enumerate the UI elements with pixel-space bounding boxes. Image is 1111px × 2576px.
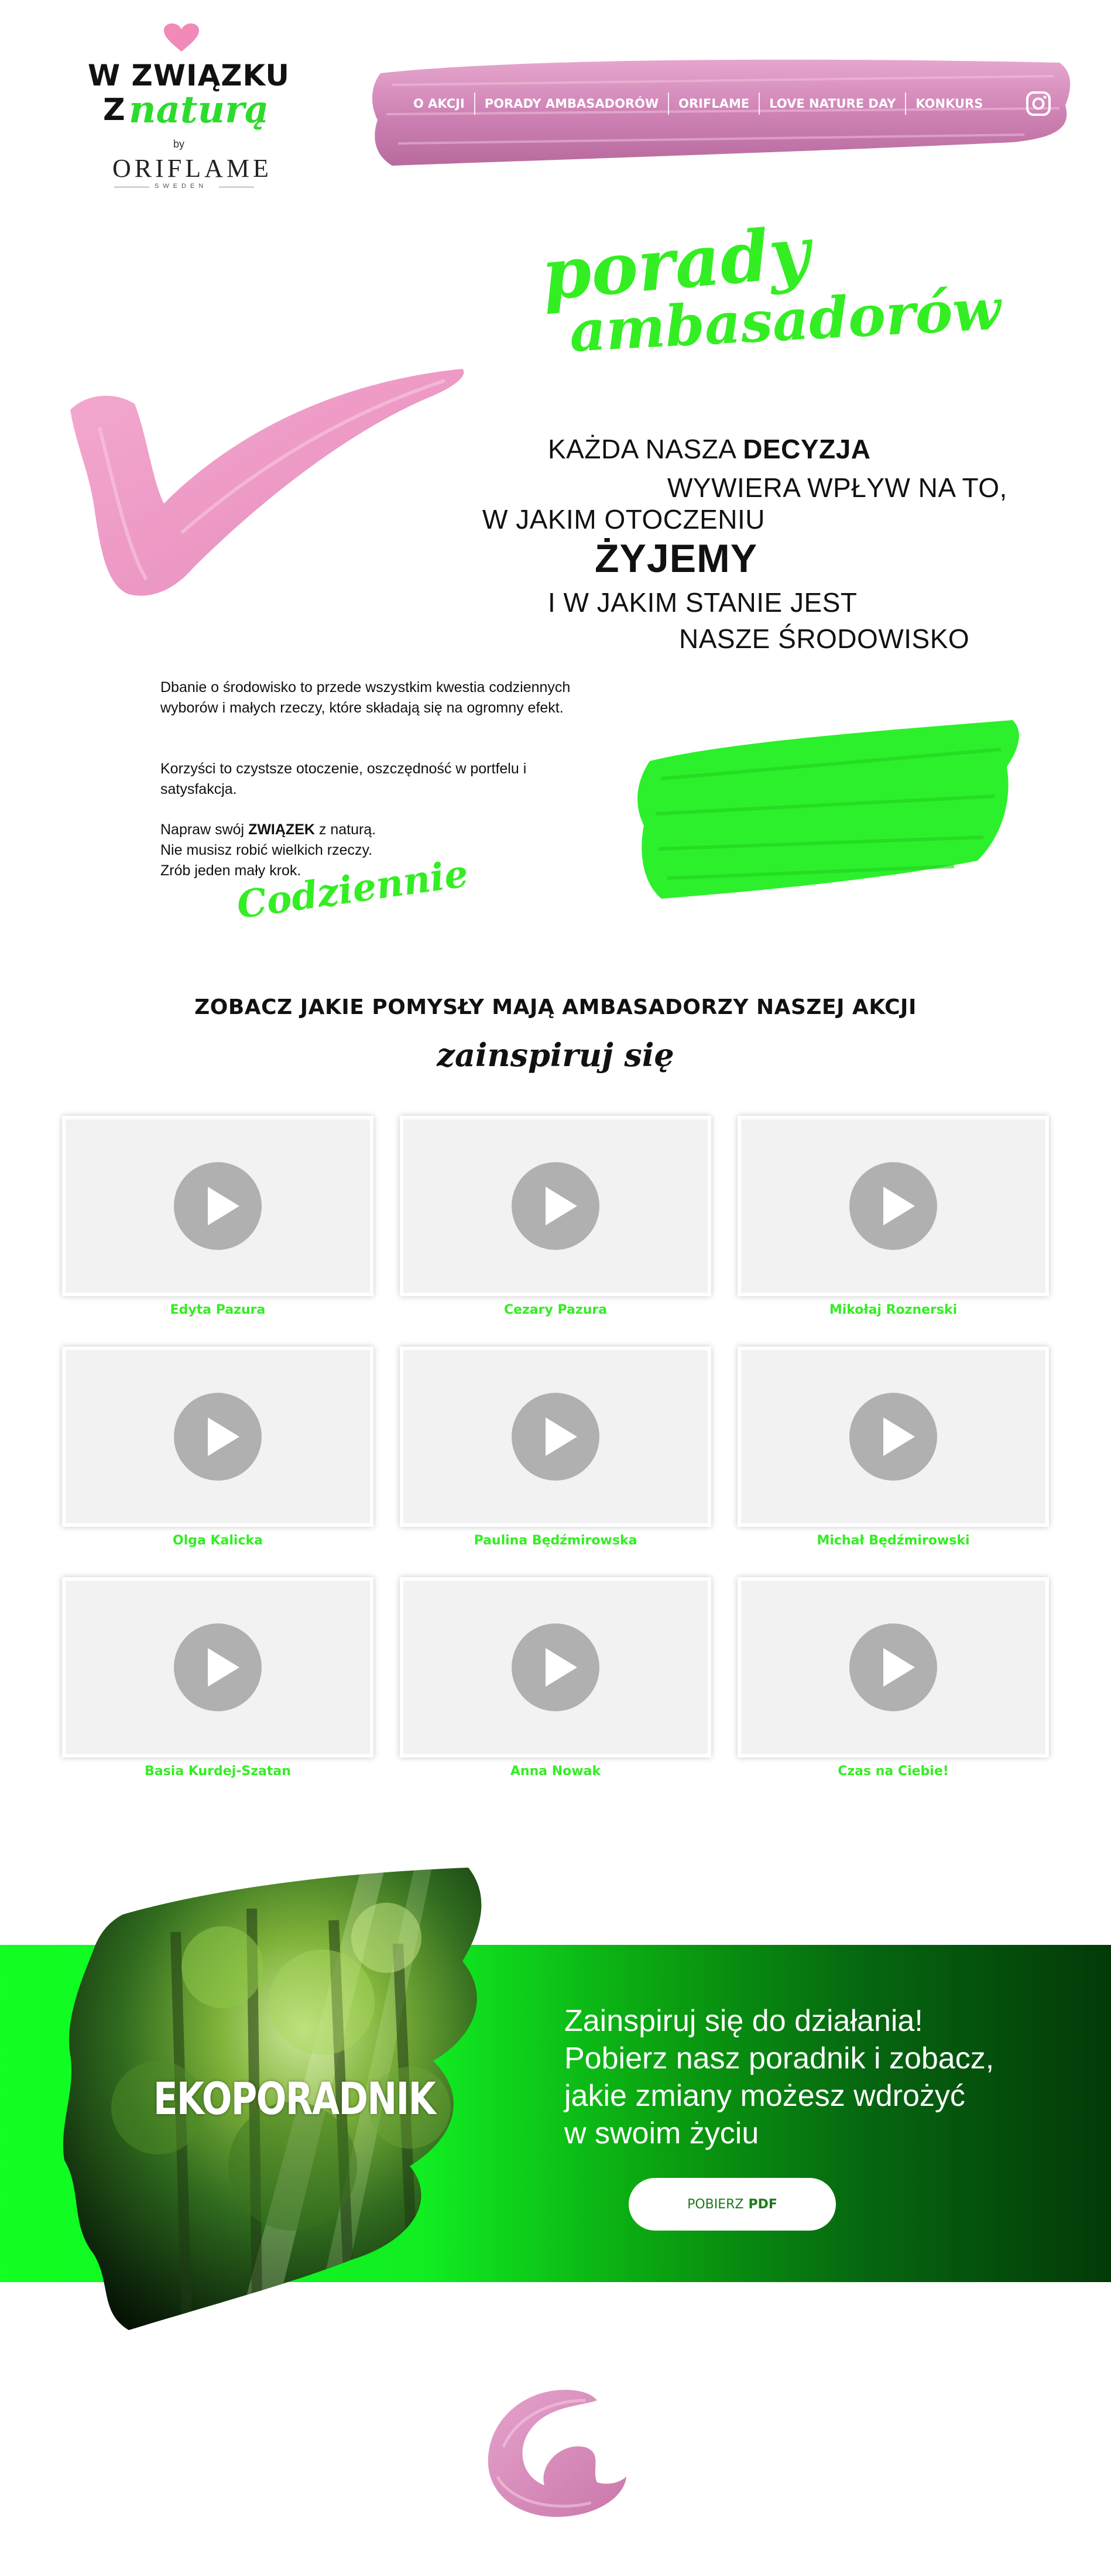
quote-line-1: KAŻDA NASZA DECYZJA bbox=[548, 434, 871, 464]
section-title: porady ambasadorów bbox=[539, 211, 1019, 375]
play-icon[interactable] bbox=[174, 1162, 262, 1250]
video-card-name[interactable]: Mikołaj Roznerski bbox=[738, 1303, 1049, 1317]
play-icon[interactable] bbox=[849, 1162, 937, 1250]
play-icon[interactable] bbox=[512, 1623, 599, 1711]
logo-brand: ORIFLAME bbox=[112, 154, 272, 183]
nav-item-love-nature-day[interactable]: LOVE NATURE DAY bbox=[760, 97, 905, 111]
video-card[interactable] bbox=[62, 1347, 373, 1527]
download-pdf-button[interactable]: POBIERZ PDF bbox=[629, 2178, 836, 2231]
ekoporadnik-text-line: w swoim życiu bbox=[564, 2116, 759, 2150]
download-pdf-label: POBIERZ bbox=[687, 2197, 744, 2212]
quote-line-4: ŻYJEMY bbox=[595, 536, 758, 581]
quote-line-3: W JAKIM OTOCZENIU bbox=[482, 504, 765, 535]
play-icon[interactable] bbox=[849, 1393, 937, 1481]
ambassadors-subtitle: zainspiruj się bbox=[437, 1036, 674, 1074]
video-card-name[interactable]: Basia Kurdej-Szatan bbox=[62, 1764, 373, 1779]
logo-by: by bbox=[173, 138, 185, 150]
ambassadors-title: ZOBACZ JAKIE POMYSŁY MAJĄ AMBASADORZY NA… bbox=[194, 995, 917, 1019]
main-nav: O AKCJI PORADY AMBASADORÓW ORIFLAME LOVE… bbox=[404, 91, 992, 117]
video-card[interactable] bbox=[738, 1116, 1049, 1296]
video-card[interactable] bbox=[400, 1577, 711, 1758]
quote-line-2: WYWIERA WPŁYW NA TO, bbox=[667, 472, 1007, 503]
quote-line-6: NASZE ŚRODOWISKO bbox=[679, 624, 970, 654]
ekoporadnik-title: EKOPORADNIK bbox=[153, 2073, 436, 2125]
ekoporadnik-text-line: Zainspiruj się do działania! bbox=[564, 2004, 923, 2038]
nav-item-porady[interactable]: PORADY AMBASADORÓW bbox=[475, 97, 668, 111]
intro-paragraph-2: Korzyści to czystsze otoczenie, oszczędn… bbox=[160, 761, 527, 797]
play-icon[interactable] bbox=[849, 1623, 937, 1711]
site-logo[interactable]: W ZWIĄZKU Z naturą by ORIFLAME SWEDEN bbox=[64, 23, 299, 193]
play-icon[interactable] bbox=[174, 1393, 262, 1481]
quote-line-5: I W JAKIM STANIE JEST bbox=[548, 587, 858, 618]
ekoporadnik-text-line: jakie zmiany możesz wdrożyć bbox=[564, 2079, 965, 2113]
logo-sweden: SWEDEN bbox=[155, 183, 208, 190]
logo-title-z: Z bbox=[103, 93, 125, 128]
intro-paragraph-1: Dbanie o środowisko to przede wszystkim … bbox=[160, 679, 571, 716]
logo-script: naturą bbox=[129, 88, 269, 132]
video-card-name[interactable]: Paulina Będźmirowska bbox=[400, 1533, 711, 1548]
heart-icon bbox=[164, 23, 199, 52]
video-card[interactable] bbox=[400, 1347, 711, 1527]
play-icon[interactable] bbox=[512, 1162, 599, 1250]
video-card-name[interactable]: Cezary Pazura bbox=[400, 1303, 711, 1317]
video-card-name[interactable]: Edyta Pazura bbox=[62, 1303, 373, 1317]
video-card[interactable] bbox=[400, 1116, 711, 1296]
nav-item-o-akcji[interactable]: O AKCJI bbox=[404, 97, 474, 111]
video-card-name[interactable]: Olga Kalicka bbox=[62, 1533, 373, 1548]
pink-brush-stroke bbox=[70, 369, 464, 596]
video-card-name[interactable]: Michał Będźmirowski bbox=[738, 1533, 1049, 1548]
download-pdf-label-bold: PDF bbox=[748, 2197, 777, 2212]
video-card[interactable] bbox=[62, 1116, 373, 1296]
video-card[interactable] bbox=[738, 1347, 1049, 1527]
video-card-name[interactable]: Czas na Ciebie! bbox=[738, 1764, 1049, 1779]
pink-swirl-brush bbox=[488, 2389, 626, 2517]
play-icon[interactable] bbox=[174, 1623, 262, 1711]
video-card[interactable] bbox=[62, 1577, 373, 1758]
instagram-icon[interactable] bbox=[1026, 91, 1051, 117]
nav-item-oriflame[interactable]: ORIFLAME bbox=[669, 97, 759, 111]
green-brush-stroke bbox=[637, 720, 1019, 899]
video-card-name[interactable]: Anna Nowak bbox=[400, 1764, 711, 1779]
nav-item-konkurs[interactable]: KONKURS bbox=[906, 97, 992, 111]
play-icon[interactable] bbox=[512, 1393, 599, 1481]
ekoporadnik-text-line: Pobierz nasz poradnik i zobacz, bbox=[564, 2041, 995, 2075]
ekoporadnik-text: Zainspiruj się do działania! Pobierz nas… bbox=[564, 2002, 1044, 2152]
video-card[interactable] bbox=[738, 1577, 1049, 1758]
